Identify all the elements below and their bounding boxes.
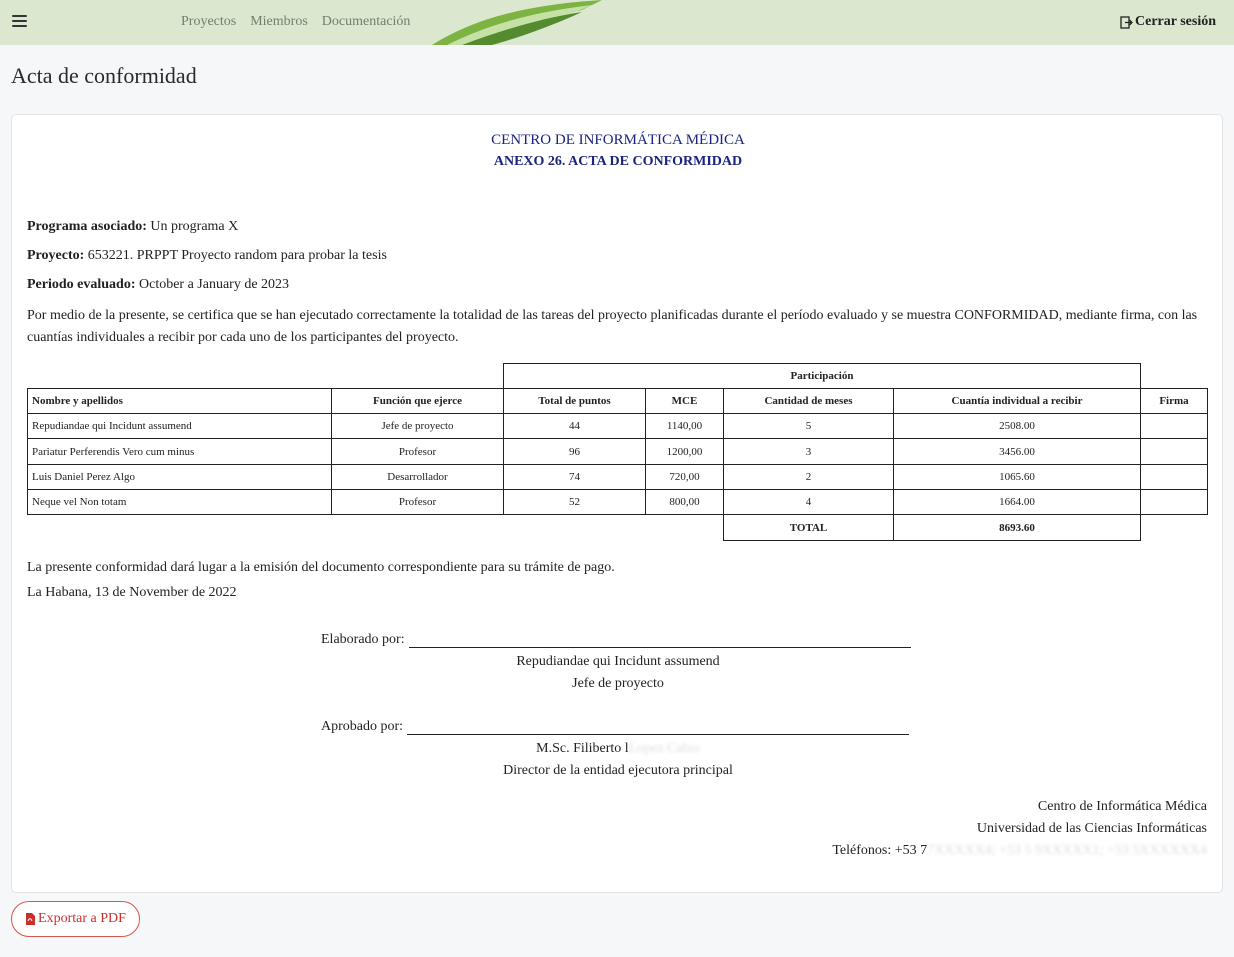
table-cell-nombre: Pariatur Perferendis Vero cum minus: [27, 438, 332, 465]
aprobado-name-redacted: Lopez Calzo: [628, 741, 700, 756]
periodo-value: October a January de 2023: [135, 277, 290, 292]
document-card: CENTRO DE INFORMÁTICA MÉDICA ANEXO 26. A…: [11, 114, 1223, 893]
footer-phones-redacted: 7XXXXX4; +53 5 9XXXXX1; +53 5XXXXXX4: [927, 843, 1207, 858]
page-title: Acta de conformidad: [11, 63, 197, 88]
aprobado-name: M.Sc. Filiberto lLopez Calzo: [12, 741, 1224, 757]
total-value: 8693.60: [893, 514, 1141, 541]
participation-group-header: Participación: [503, 363, 1141, 389]
footer-org: Centro de Informática Médica: [1037, 799, 1207, 814]
table-cell-funcion: Profesor: [331, 438, 504, 465]
hamburger-menu-icon[interactable]: [12, 15, 27, 27]
elaborado-role: Jefe de proyecto: [572, 676, 664, 691]
table-cell-meses: 5: [723, 413, 894, 439]
programa-label: Programa asociado:: [27, 219, 147, 234]
aprobado-signature-rule: [407, 719, 910, 735]
table-cell-puntos: 74: [503, 464, 646, 490]
table-cell-cuantia: 1664.00: [893, 489, 1141, 515]
logout-label: Cerrar sesión: [1135, 14, 1216, 29]
periodo-label: Periodo evaluado:: [27, 277, 136, 292]
table-cell-firma: [1140, 438, 1208, 465]
closing-text-2: La Habana, 13 de November de 2022: [27, 585, 237, 600]
header-cuantia: Cuantía individual a recibir: [893, 388, 1141, 414]
table-cell-meses: 2: [723, 464, 894, 490]
aprobado-name-visible: M.Sc. Filiberto l: [536, 741, 629, 756]
nav-link-miembros[interactable]: Miembros: [250, 14, 308, 30]
proyecto-value: 653221. PRPPT Proyecto random para proba…: [84, 248, 387, 263]
header-firma: Firma: [1140, 388, 1208, 414]
nav-link-proyectos[interactable]: Proyectos: [181, 14, 236, 30]
table-cell-nombre: Neque vel Non totam: [27, 489, 332, 515]
table-cell-cuantia: 3456.00: [893, 438, 1141, 465]
table-cell-mce: 800,00: [645, 489, 724, 515]
table-cell-cuantia: 2508.00: [893, 413, 1141, 439]
footer-university: Universidad de las Ciencias Informáticas: [976, 821, 1207, 836]
aprobado-label: Aprobado por:: [321, 719, 404, 734]
elaborado-name: Repudiandae qui Incidunt assumend: [516, 654, 720, 669]
table-cell-mce: 1200,00: [645, 438, 724, 465]
table-cell-mce: 720,00: [645, 464, 724, 490]
export-pdf-button[interactable]: Exportar a PDF: [11, 901, 140, 937]
leaf-decoration: [432, 0, 602, 45]
total-label: TOTAL: [723, 514, 894, 541]
table-cell-nombre: Repudiandae qui Incidunt assumend: [27, 413, 332, 439]
header-funcion: Función que ejerce: [331, 388, 504, 414]
table-cell-funcion: Desarrollador: [331, 464, 504, 490]
table-cell-nombre: Luis Daniel Perez Algo: [27, 464, 332, 490]
pdf-file-icon: [26, 913, 36, 925]
table-cell-firma: [1140, 413, 1208, 439]
logout-button[interactable]: Cerrar sesión: [1120, 14, 1216, 30]
header-meses: Cantidad de meses: [723, 388, 894, 414]
table-cell-firma: [1140, 464, 1208, 490]
table-cell-firma: [1140, 489, 1208, 515]
footer-phones: Teléfonos: +53 77XXXXX4; +53 5 9XXXXX1; …: [832, 843, 1207, 859]
elaborado-label: Elaborado por:: [321, 632, 405, 647]
elaborado-line: Elaborado por:: [321, 632, 911, 648]
elaborado-signature-rule: [408, 632, 911, 648]
periodo-field: Periodo evaluado: October a January de 2…: [27, 277, 289, 293]
header-mce: MCE: [645, 388, 724, 414]
nav-link-documentacion[interactable]: Documentación: [322, 14, 411, 30]
footer-phones-visible: Teléfonos: +53 7: [832, 843, 928, 858]
programa-value: Un programa X: [146, 219, 239, 234]
table-cell-cuantia: 1065.60: [893, 464, 1141, 490]
nav-links: Proyectos Miembros Documentación: [181, 14, 410, 30]
logout-icon: [1120, 15, 1133, 29]
proyecto-field: Proyecto: 653221. PRPPT Proyecto random …: [27, 248, 387, 264]
document-org: CENTRO DE INFORMÁTICA MÉDICA: [491, 132, 745, 148]
table-cell-meses: 3: [723, 438, 894, 465]
export-pdf-label: Exportar a PDF: [38, 911, 126, 926]
closing-text-1: La presente conformidad dará lugar a la …: [27, 560, 615, 575]
table-cell-puntos: 52: [503, 489, 646, 515]
aprobado-line: Aprobado por:: [321, 719, 910, 735]
header-puntos: Total de puntos: [503, 388, 646, 414]
header-nombre: Nombre y apellidos: [27, 388, 332, 414]
table-cell-funcion: Jefe de proyecto: [331, 413, 504, 439]
programa-field: Programa asociado: Un programa X: [27, 219, 238, 235]
conformidad-paragraph: Por medio de la presente, se certifica q…: [27, 308, 1198, 345]
table-cell-mce: 1140,00: [645, 413, 724, 439]
table-cell-puntos: 96: [503, 438, 646, 465]
aprobado-role: Director de la entidad ejecutora princip…: [503, 763, 733, 778]
navbar: Proyectos Miembros Documentación Cerrar …: [0, 0, 1234, 45]
document-title: ANEXO 26. ACTA DE CONFORMIDAD: [493, 154, 743, 169]
table-cell-puntos: 44: [503, 413, 646, 439]
table-cell-funcion: Profesor: [331, 489, 504, 515]
table-cell-meses: 4: [723, 489, 894, 515]
proyecto-label: Proyecto:: [27, 248, 85, 263]
